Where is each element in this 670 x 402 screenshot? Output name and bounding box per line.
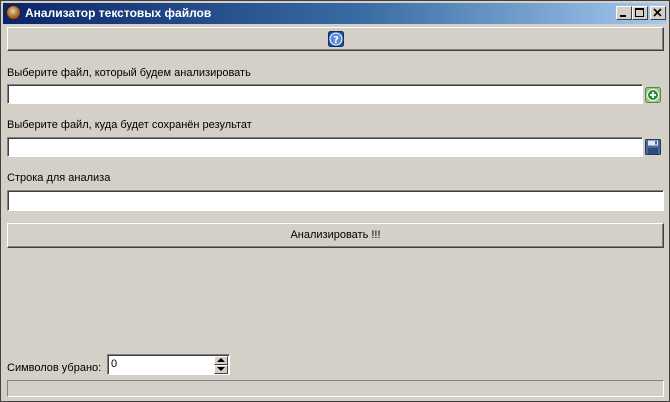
close-icon [653, 8, 662, 17]
help-icon: ? [328, 31, 344, 47]
minimize-icon [620, 15, 626, 17]
title-bar[interactable]: Анализатор текстовых файлов [3, 3, 667, 24]
spin-up-button[interactable] [214, 356, 228, 365]
source-file-label: Выберите файл, который будем анализирова… [7, 67, 251, 79]
save-icon [645, 139, 661, 155]
result-file-input[interactable] [7, 137, 643, 157]
removed-chars-spinbox[interactable]: 0 [107, 354, 230, 375]
app-icon [6, 5, 21, 20]
progress-bar [7, 380, 664, 397]
svg-text:?: ? [333, 35, 339, 46]
removed-chars-value[interactable]: 0 [111, 357, 117, 371]
main-window: Анализатор текстовых файлов ? Выберите ф… [0, 0, 670, 402]
arrow-down-icon [217, 367, 225, 371]
arrow-up-icon [217, 358, 225, 362]
source-file-input[interactable] [7, 84, 643, 104]
removed-chars-label: Символов убрано: [7, 362, 102, 374]
minimize-button[interactable] [616, 6, 632, 20]
close-button[interactable] [650, 6, 666, 20]
add-file-icon [645, 87, 661, 103]
maximize-button[interactable] [632, 6, 648, 20]
analysis-string-input[interactable] [7, 190, 664, 211]
analyze-button[interactable]: Анализировать !!! [7, 223, 664, 248]
spin-down-button[interactable] [214, 365, 228, 374]
analysis-string-label: Строка для анализа [7, 172, 111, 184]
save-file-button[interactable] [645, 139, 661, 155]
maximize-icon [635, 8, 644, 17]
result-file-label: Выберите файл, куда будет сохранён резул… [7, 119, 252, 131]
add-file-button[interactable] [645, 87, 661, 103]
window-title: Анализатор текстовых файлов [25, 6, 212, 20]
help-button[interactable]: ? [7, 27, 664, 51]
